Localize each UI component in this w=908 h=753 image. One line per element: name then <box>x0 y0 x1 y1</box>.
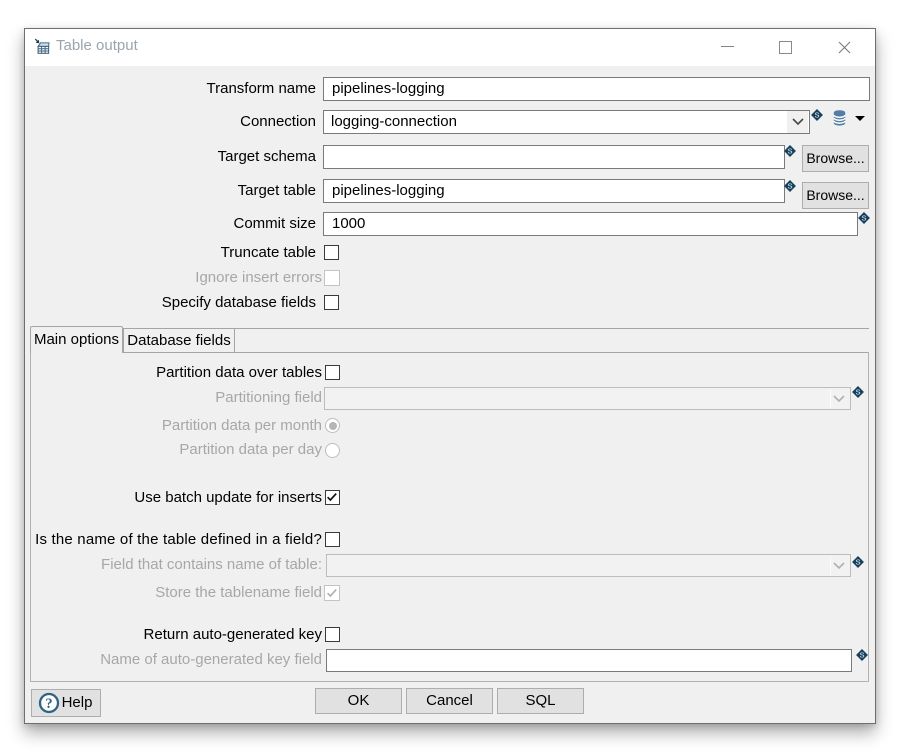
svg-text:S: S <box>855 558 860 567</box>
svg-text:S: S <box>814 111 819 120</box>
svg-text:S: S <box>787 147 792 156</box>
svg-text:?: ? <box>45 696 52 712</box>
svg-text:S: S <box>855 388 860 397</box>
svg-text:S: S <box>787 182 792 191</box>
svg-text:S: S <box>861 214 866 223</box>
svg-text:S: S <box>859 651 864 660</box>
